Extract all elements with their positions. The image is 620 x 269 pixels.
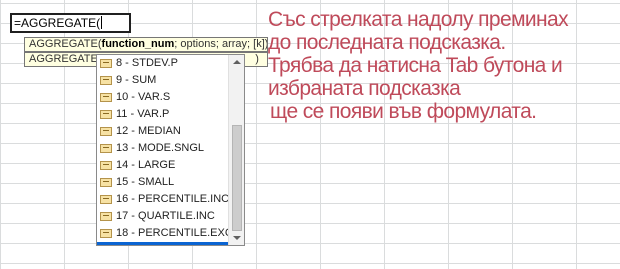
autocomplete-item[interactable]: 13 - MODE.SNGL (97, 140, 228, 157)
tooltip-remaining-arguments[interactable]: ; options; array; [k]) (174, 38, 267, 50)
autocomplete-item[interactable]: 15 - SMALL (97, 174, 228, 191)
annotation-line-5: ще се появи във формулата. (270, 100, 537, 123)
formula-text: =AGGREGATE( (14, 16, 101, 30)
autocomplete-item-label: 14 - LARGE (116, 159, 176, 171)
function-icon (100, 127, 112, 136)
text-caret (101, 16, 103, 29)
scroll-up-arrow-icon[interactable] (233, 60, 241, 64)
annotation-line-1: Със стрелката надолу преминах (268, 8, 569, 31)
function-icon (100, 59, 112, 68)
autocomplete-item[interactable]: 16 - PERCENTILE.INC (97, 191, 230, 208)
tooltip-current-argument[interactable]: function_num (102, 38, 175, 50)
annotation-line-3: Трябва да натисна Tab бутона и (268, 54, 563, 77)
autocomplete-item[interactable]: 18 - PERCENTILE.EXC (97, 225, 233, 242)
autocomplete-item[interactable]: 8 - STDEV.P (97, 55, 228, 72)
function-icon (100, 195, 112, 204)
function-syntax-tooltip[interactable]: AGGREGATE(function_num; options; array; … (24, 37, 268, 52)
function-icon (100, 110, 112, 119)
annotation-line-2: до последната подсказка. (268, 31, 506, 54)
tooltip-function-name[interactable]: AGGREGATE (29, 38, 98, 50)
annotation-note: Със стрелката надолу преминах до последн… (268, 8, 618, 123)
scroll-thumb[interactable] (232, 125, 242, 231)
autocomplete-list: 8 - STDEV.P 9 - SUM 10 - VAR.S 11 - VAR.P 12… (97, 55, 233, 245)
active-cell-editor[interactable]: =AGGREGATE( (10, 13, 131, 33)
autocomplete-item[interactable]: 10 - VAR.S (97, 89, 228, 106)
autocomplete-item[interactable]: 19 - QUARTILE.EXC (97, 242, 228, 245)
autocomplete-dropdown[interactable]: 8 - STDEV.P 9 - SUM 10 - VAR.S 11 - VAR.P 12… (96, 54, 245, 246)
autocomplete-item[interactable]: 9 - SUM (97, 72, 228, 89)
autocomplete-item-label: 9 - SUM (116, 74, 157, 86)
tooltip-close-paren: ) (255, 53, 259, 65)
function-icon (100, 93, 112, 102)
function-icon (100, 144, 112, 153)
autocomplete-item-label: 17 - QUARTILE.INC (116, 210, 215, 222)
dropdown-scrollbar[interactable] (228, 55, 244, 245)
autocomplete-item-label: 15 - SMALL (116, 176, 175, 188)
autocomplete-item-label: 18 - PERCENTILE.EXC (116, 227, 233, 239)
function-icon (100, 212, 112, 221)
autocomplete-item[interactable]: 17 - QUARTILE.INC (97, 208, 228, 225)
function-icon (100, 76, 112, 85)
autocomplete-item-label: 10 - VAR.S (116, 91, 171, 103)
autocomplete-item-label: 16 - PERCENTILE.INC (116, 193, 230, 205)
scroll-down-arrow-icon[interactable] (233, 236, 241, 240)
autocomplete-item-label: 13 - MODE.SNGL (116, 142, 205, 154)
autocomplete-item-label: 12 - MEDIAN (116, 125, 181, 137)
autocomplete-item[interactable]: 14 - LARGE (97, 157, 228, 174)
tooltip-function-name[interactable]: AGGREGATE (29, 53, 98, 65)
autocomplete-item-label: 11 - VAR.P (116, 108, 170, 120)
function-icon (100, 178, 112, 187)
autocomplete-item-label: 8 - STDEV.P (116, 57, 178, 69)
autocomplete-item[interactable]: 12 - MEDIAN (97, 123, 228, 140)
autocomplete-item-label: 19 - QUARTILE.EXC (116, 242, 219, 245)
function-icon (100, 229, 112, 238)
autocomplete-item[interactable]: 11 - VAR.P (97, 106, 228, 123)
annotation-line-4: избраната подсказка (268, 77, 461, 100)
function-icon (100, 161, 112, 170)
